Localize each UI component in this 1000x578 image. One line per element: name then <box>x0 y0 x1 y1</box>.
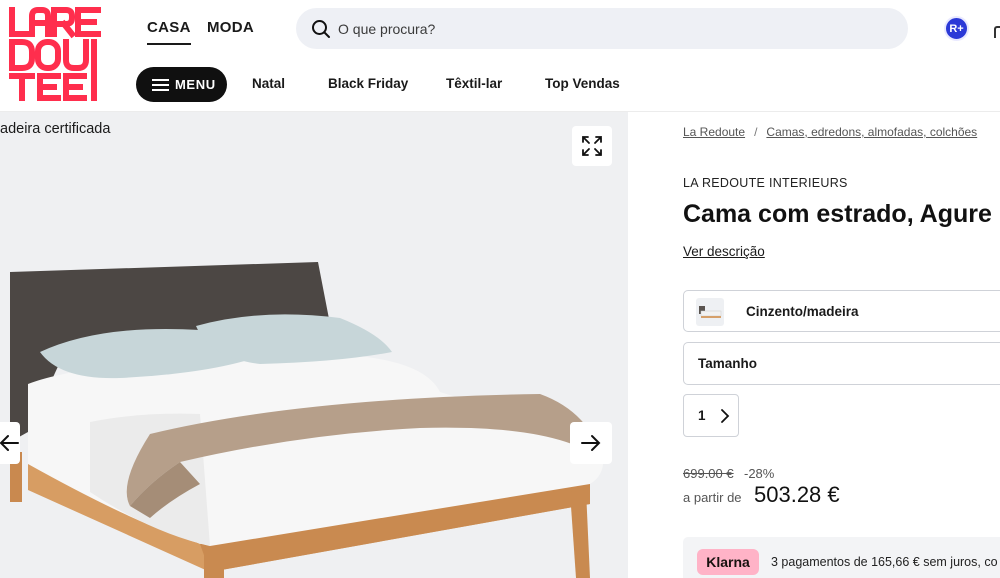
discount-badge: -28% <box>744 466 775 481</box>
menu-button[interactable]: MENU <box>136 67 227 102</box>
search-bar[interactable] <box>296 8 908 49</box>
certification-badge: adeira certificada <box>0 121 111 137</box>
nav-link-black-friday[interactable]: Black Friday <box>328 76 408 91</box>
price-prefix: a partir de <box>683 490 742 505</box>
nav-link-top-vendas[interactable]: Top Vendas <box>545 76 620 91</box>
breadcrumb-category[interactable]: Camas, edredons, almofadas, colchões <box>766 125 977 139</box>
hamburger-icon <box>152 78 169 91</box>
la-redoute-logo[interactable] <box>8 6 104 102</box>
product-gallery[interactable]: adeira certificada <box>0 112 628 578</box>
search-icon[interactable] <box>311 19 331 39</box>
product-brand[interactable]: LA REDOUTE INTERIEURS <box>683 176 848 190</box>
next-image-button[interactable] <box>570 422 612 464</box>
product-title: Cama com estrado, Agure <box>683 200 992 228</box>
current-price: 503.28 € <box>754 482 840 507</box>
size-selector[interactable]: Tamanho <box>683 342 1000 385</box>
nav-link-natal[interactable]: Natal <box>252 76 285 91</box>
fullscreen-button[interactable] <box>572 126 612 166</box>
color-selector[interactable]: Cinzento/madeira <box>683 290 1000 332</box>
expand-icon <box>582 136 602 156</box>
arrow-left-icon <box>0 435 19 451</box>
bed-thumbnail-icon <box>699 306 722 318</box>
size-selector-label: Tamanho <box>698 356 758 371</box>
klarna-banner[interactable]: Klarna 3 pagamentos de 165,66 € sem juro… <box>683 537 1000 578</box>
breadcrumb: La Redoute / Camas, edredons, almofadas, c… <box>683 125 977 139</box>
klarna-logo: Klarna <box>697 549 759 575</box>
account-icon[interactable] <box>994 26 1000 38</box>
breadcrumb-separator: / <box>754 125 758 139</box>
color-thumbnail <box>696 298 724 326</box>
tab-moda[interactable]: MODA <box>207 19 254 36</box>
arrow-right-icon <box>581 435 601 451</box>
menu-button-label: MENU <box>175 77 216 92</box>
klarna-text: 3 pagamentos de 165,66 € sem juros, co <box>771 555 998 569</box>
chevron-right-icon <box>721 409 730 423</box>
product-image[interactable] <box>0 112 628 578</box>
previous-image-button[interactable] <box>0 422 20 464</box>
quantity-selector[interactable]: 1 <box>683 394 739 437</box>
logo-mark <box>9 7 101 101</box>
quantity-value: 1 <box>698 408 706 423</box>
rplus-icon[interactable]: R+ <box>944 16 969 41</box>
color-selector-label: Cinzento/madeira <box>746 304 859 319</box>
breadcrumb-home[interactable]: La Redoute <box>683 125 745 139</box>
search-input[interactable] <box>338 8 878 49</box>
tab-casa[interactable]: CASA <box>147 19 191 45</box>
site-header: CASA MODA R+ MENU Natal Black Friday Têx… <box>0 0 1000 112</box>
old-price: 699.00 € <box>683 466 734 481</box>
view-description-link[interactable]: Ver descrição <box>683 244 765 259</box>
nav-link-textil-lar[interactable]: Têxtil-lar <box>446 76 502 91</box>
